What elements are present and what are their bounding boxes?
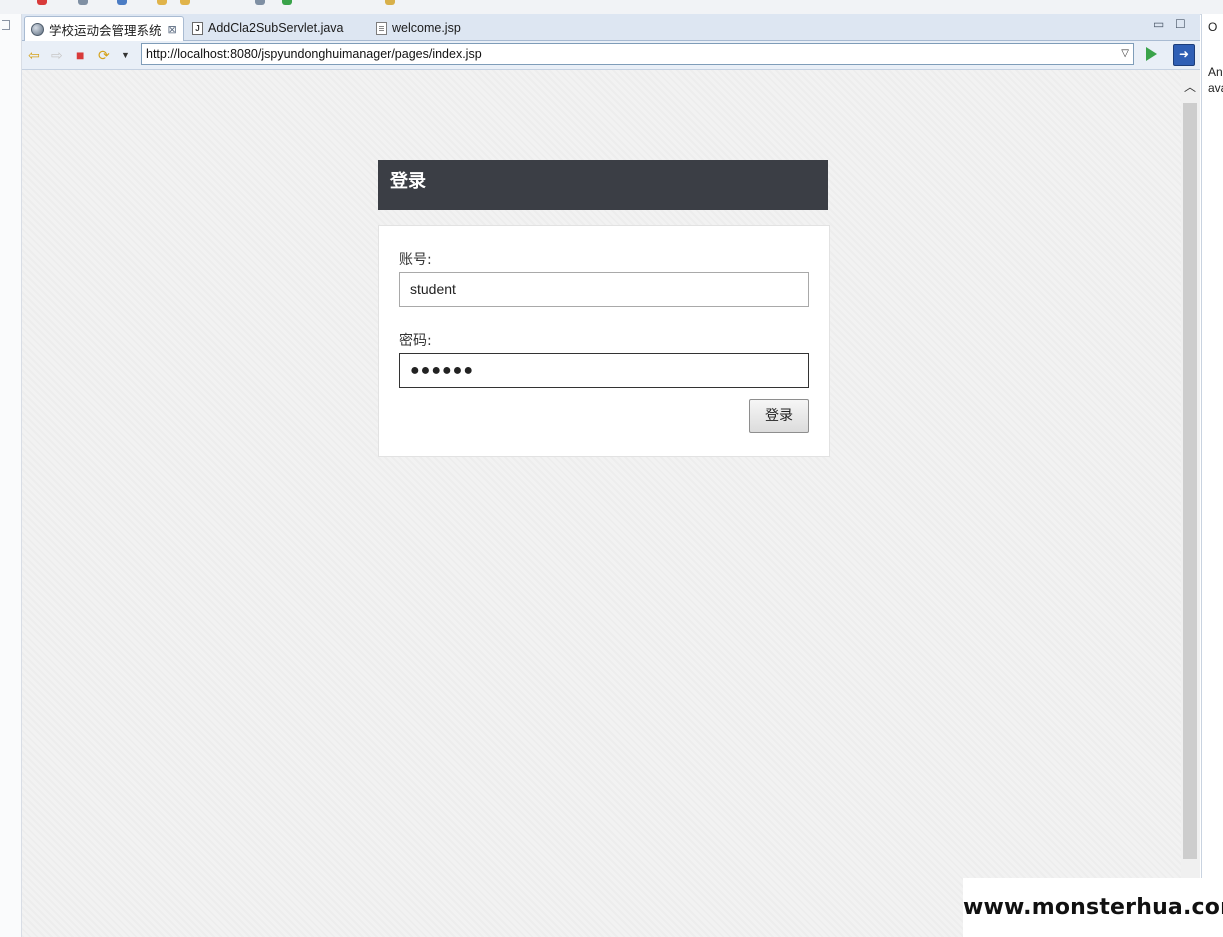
chevron-down-icon[interactable]: ▽ — [1121, 44, 1129, 64]
globe-icon — [31, 22, 44, 36]
folder-icon[interactable] — [157, 0, 167, 5]
panel-tab-label[interactable]: O — [1208, 20, 1217, 34]
password-input[interactable]: ●●●●●● — [399, 353, 809, 388]
password-label: 密码: — [399, 333, 432, 349]
account-value: student — [410, 281, 456, 297]
tab-servlet-java[interactable]: J AddCla2SubServlet.java — [186, 16, 350, 40]
scrollbar-thumb[interactable] — [1183, 103, 1197, 859]
login-button[interactable]: 登录 — [749, 399, 809, 433]
url-input[interactable]: http://localhost:8080/jspyundonghuimanag… — [141, 43, 1134, 65]
tab-browser[interactable]: 学校运动会管理系统 ⊠ — [24, 16, 184, 41]
minimize-icon[interactable]: ▭ — [1153, 17, 1164, 31]
url-text: http://localhost:8080/jspyundonghuimanag… — [146, 47, 482, 61]
tab-label: AddCla2SubServlet.java — [208, 21, 344, 35]
java-file-icon: J — [192, 21, 203, 35]
scroll-up-icon[interactable]: ︿ — [1184, 78, 1196, 95]
browser-nav-bar: ⇦ ⇨ ■ ⟳ ▼ http://localhost:8080/jspyundo… — [22, 41, 1200, 70]
side-panel: O An ava — [1201, 14, 1223, 937]
toolbar-strip — [0, 0, 1223, 15]
watermark: www.monsterhua.com — [963, 878, 1223, 937]
editor-tab-bar: 学校运动会管理系统 ⊠ J AddCla2SubServlet.java wel… — [22, 14, 1200, 41]
login-form: 账号: student 密码: ●●●●●● 登录 — [378, 225, 830, 457]
maximize-icon[interactable]: ☐ — [1175, 17, 1186, 31]
panel-text-line: ava — [1208, 81, 1223, 95]
account-label: 账号: — [399, 252, 432, 268]
close-icon[interactable]: ⊠ — [168, 23, 177, 36]
open-external-icon[interactable]: ➜ — [1173, 44, 1195, 66]
restore-icon[interactable] — [2, 20, 10, 30]
panel-text-line: An — [1208, 65, 1223, 79]
help-icon[interactable] — [117, 0, 127, 5]
go-icon[interactable] — [1146, 47, 1157, 61]
panel-text: An ava — [1208, 64, 1223, 96]
refresh-icon[interactable]: ⟳ — [98, 47, 110, 63]
tab-welcome-jsp[interactable]: welcome.jsp — [370, 16, 467, 40]
toolbar-icon[interactable] — [385, 0, 395, 5]
left-gutter — [0, 14, 22, 937]
tab-label: 学校运动会管理系统 — [49, 23, 162, 38]
forward-icon[interactable]: ⇨ — [51, 47, 63, 63]
folder-icon[interactable] — [180, 0, 190, 5]
run-icon[interactable] — [282, 0, 292, 5]
toolbar-icon[interactable] — [78, 0, 88, 5]
stop-icon[interactable]: ■ — [76, 47, 84, 63]
login-header: 登录 — [378, 160, 828, 210]
chevron-down-icon[interactable]: ▼ — [121, 47, 130, 63]
toolbar-icon[interactable] — [255, 0, 265, 5]
account-input[interactable]: student — [399, 272, 809, 307]
password-value: ●●●●●● — [410, 362, 474, 379]
back-icon[interactable]: ⇦ — [28, 47, 40, 63]
vertical-scrollbar[interactable]: ︿ — [1181, 70, 1200, 937]
jsp-file-icon — [376, 21, 387, 35]
stop-icon[interactable] — [37, 0, 47, 5]
tab-label: welcome.jsp — [392, 21, 461, 35]
login-title: 登录 — [390, 171, 426, 192]
